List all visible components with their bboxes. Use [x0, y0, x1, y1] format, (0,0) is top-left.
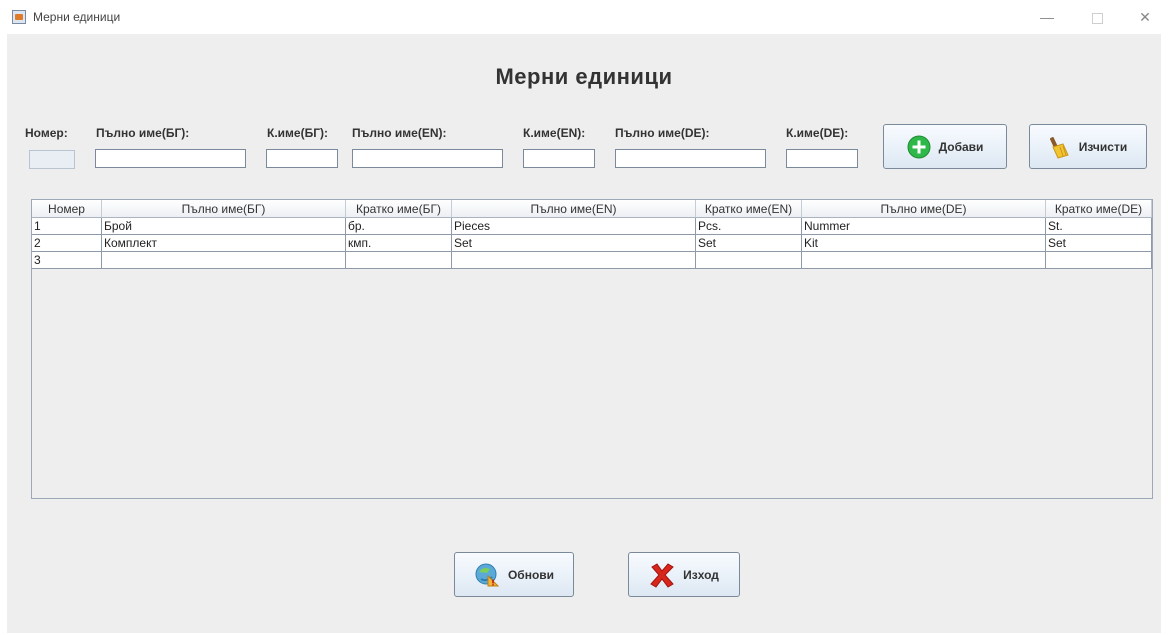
nomer-field	[29, 150, 75, 169]
short-name-de-label: К.име(DE):	[786, 126, 849, 140]
java-app-icon	[12, 10, 26, 24]
full-name-en-field[interactable]	[352, 149, 503, 168]
table-cell[interactable]: St.	[1046, 218, 1152, 235]
minimize-button[interactable]: —	[1030, 6, 1064, 28]
table-cell[interactable]: кмп.	[346, 235, 452, 252]
table-cell[interactable]	[346, 252, 452, 269]
short-name-en-label: К.име(EN):	[523, 126, 586, 140]
table-cell[interactable]: Set	[452, 235, 696, 252]
table-cell[interactable]: Брой	[102, 218, 346, 235]
table-row[interactable]: 1 Брой бр. Pieces Pcs. Nummer St.	[32, 218, 1152, 235]
table-row[interactable]: 2 Комплект кмп. Set Set Kit Set	[32, 235, 1152, 252]
column-header-full-en[interactable]: Пълно име(EN)	[452, 200, 696, 218]
table-cell[interactable]: Kit	[802, 235, 1046, 252]
red-x-icon	[649, 562, 675, 588]
table-row[interactable]: 3	[32, 252, 1152, 269]
table-cell[interactable]: Set	[1046, 235, 1152, 252]
table-cell[interactable]: Pcs.	[696, 218, 802, 235]
column-header-short-bg[interactable]: Кратко име(БГ)	[346, 200, 452, 218]
column-header-full-bg[interactable]: Пълно име(БГ)	[102, 200, 346, 218]
full-name-en-label: Пълно име(EN):	[352, 126, 447, 140]
table-header: Номер Пълно име(БГ) Кратко име(БГ) Пълно…	[32, 200, 1152, 218]
table-cell[interactable]: Nummer	[802, 218, 1046, 235]
plus-circle-icon	[907, 135, 931, 159]
short-name-bg-label: К.име(БГ):	[267, 126, 329, 140]
short-name-bg-field[interactable]	[266, 149, 338, 168]
column-header-short-en[interactable]: Кратко име(EN)	[696, 200, 802, 218]
column-header-nomer[interactable]: Номер	[32, 200, 102, 218]
full-name-bg-label: Пълно име(БГ):	[96, 126, 190, 140]
exit-button-label: Изход	[683, 567, 719, 582]
refresh-icon	[474, 562, 500, 588]
column-header-full-de[interactable]: Пълно име(DE)	[802, 200, 1046, 218]
close-window-button[interactable]: ✕	[1128, 6, 1162, 28]
maximize-button[interactable]	[1080, 6, 1114, 28]
table-cell[interactable]: Set	[696, 235, 802, 252]
nomer-label: Номер:	[25, 126, 68, 140]
window-title: Мерни единици	[33, 10, 121, 24]
table-cell[interactable]	[802, 252, 1046, 269]
column-header-short-de[interactable]: Кратко име(DE)	[1046, 200, 1152, 218]
table-cell[interactable]: 3	[32, 252, 102, 269]
page-title: Мерни единици	[495, 64, 673, 89]
add-button-label: Добави	[938, 139, 984, 154]
table-cell[interactable]	[1046, 252, 1152, 269]
add-button[interactable]: Добави	[883, 124, 1007, 169]
units-table[interactable]: Номер Пълно име(БГ) Кратко име(БГ) Пълно…	[31, 199, 1153, 499]
table-cell[interactable]	[696, 252, 802, 269]
full-name-de-field[interactable]	[615, 149, 766, 168]
full-name-de-label: Пълно име(DE):	[615, 126, 710, 140]
maximize-icon	[1091, 12, 1103, 24]
table-cell[interactable]: бр.	[346, 218, 452, 235]
main-panel: Мерни единици Номер: Пълно име(БГ): К.им…	[7, 34, 1161, 633]
table-cell[interactable]: 2	[32, 235, 102, 252]
clear-button[interactable]: Изчисти	[1029, 124, 1147, 169]
full-name-bg-field[interactable]	[95, 149, 246, 168]
table-cell[interactable]	[452, 252, 696, 269]
exit-button[interactable]: Изход	[628, 552, 740, 597]
clear-button-label: Изчисти	[1078, 139, 1128, 154]
short-name-en-field[interactable]	[523, 149, 595, 168]
table-cell[interactable]: 1	[32, 218, 102, 235]
refresh-button[interactable]: Обнови	[454, 552, 574, 597]
broom-icon	[1049, 135, 1071, 159]
short-name-de-field[interactable]	[786, 149, 858, 168]
refresh-button-label: Обнови	[507, 567, 555, 582]
title-bar: Мерни единици — ✕	[0, 0, 1168, 34]
table-cell[interactable]	[102, 252, 346, 269]
table-cell[interactable]: Комплект	[102, 235, 346, 252]
table-cell[interactable]: Pieces	[452, 218, 696, 235]
